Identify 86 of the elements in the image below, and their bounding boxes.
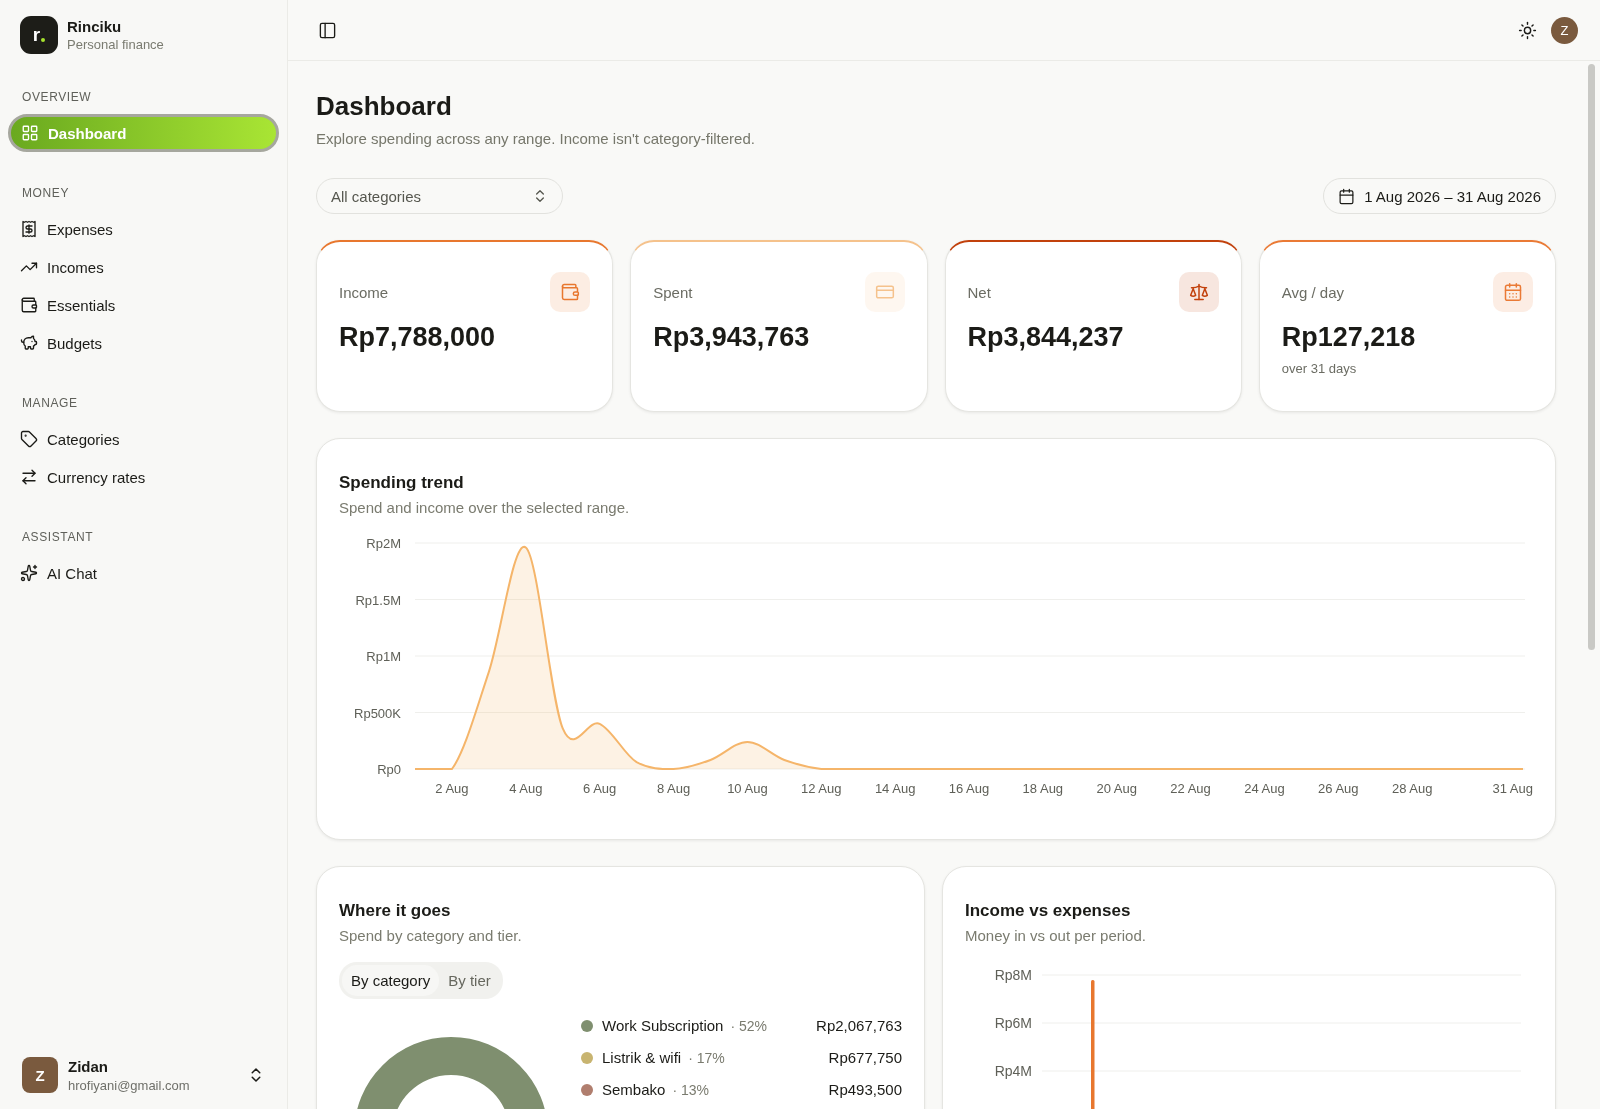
sidebar-item[interactable]: Expenses	[8, 210, 279, 248]
arrows-icon	[20, 468, 38, 486]
axis-label: 12 Aug	[801, 781, 842, 796]
wallet-icon	[560, 282, 581, 302]
axis-label: 6 Aug	[583, 781, 617, 796]
tab[interactable]: By tier	[439, 965, 500, 996]
card-subtitle: Spend by category and tier.	[339, 927, 523, 944]
axis-label: 18 Aug	[1022, 781, 1064, 796]
calendar-icon	[1338, 187, 1356, 205]
receipt-icon	[20, 220, 38, 238]
legend-label: Work Subscription	[602, 1017, 724, 1034]
legend-label: Sembako	[602, 1081, 666, 1098]
legend-label: Listrik & wifi	[602, 1049, 682, 1066]
axis-label: Rp6M	[994, 1015, 1032, 1031]
sun-icon[interactable]	[1518, 20, 1537, 40]
axis-label: Rp500K	[354, 705, 401, 721]
stat-label: Net	[967, 283, 991, 301]
sidebar-toggle-icon[interactable]	[318, 20, 337, 40]
axis-label: 16 Aug	[948, 781, 990, 796]
wallet-icon	[20, 296, 38, 314]
card-subtitle: Money in vs out per period.	[965, 927, 1147, 944]
axis-label: Rp1M	[366, 649, 401, 664]
app-name: Rinciku	[67, 18, 123, 35]
axis-label: 22 Aug	[1170, 781, 1211, 796]
tab[interactable]: By category	[342, 965, 440, 996]
stat-label: Avg / day	[1281, 283, 1344, 301]
axis-label: 26 Aug	[1318, 781, 1359, 796]
axis-label: Rp1.5M	[355, 592, 401, 608]
app-tagline: Personal finance	[67, 37, 164, 52]
legend-amount: Rp677,750	[828, 1049, 902, 1066]
card-subtitle: Spend and income over the selected range.	[339, 499, 631, 516]
axis-label: 2 Aug	[435, 781, 469, 796]
date-range-button[interactable]: 1 Aug 2026 – 31 Aug 2026	[1323, 178, 1556, 214]
piggy-bank-icon	[20, 334, 38, 352]
category-select[interactable]: All categories	[316, 178, 563, 214]
stat-value: Rp3,943,763	[653, 322, 811, 353]
section-heading: MONEY	[21, 186, 70, 200]
stat-value: Rp127,218	[1281, 322, 1417, 353]
user-avatar[interactable]: Z	[1551, 16, 1578, 44]
axis-label: 4 Aug	[509, 781, 543, 796]
scale-icon	[1188, 282, 1209, 302]
stat-label: Spent	[653, 283, 693, 301]
axis-label: Rp0	[377, 762, 401, 777]
sidebar-item[interactable]: Essentials	[8, 286, 279, 324]
legend-amount: Rp493,500	[828, 1081, 902, 1098]
axis-label: 8 Aug	[656, 781, 691, 796]
legend-share: · 13%	[672, 1081, 710, 1098]
sidebar-item[interactable]: Categories	[8, 420, 279, 458]
tag-icon	[20, 430, 38, 448]
grid-icon	[21, 124, 39, 142]
section-heading: OVERVIEW	[21, 90, 93, 104]
page-title: Dashboard	[316, 91, 453, 122]
user-email: hrofiyani@gmail.com	[68, 1077, 191, 1093]
sidebar-item[interactable]: Currency rates	[8, 458, 279, 496]
user-name: Zidan	[68, 1057, 109, 1075]
legend-share: · 17%	[688, 1049, 726, 1066]
scrollbar-thumb[interactable]	[1588, 64, 1595, 650]
axis-label: Rp8M	[994, 967, 1032, 983]
section-heading: MANAGE	[21, 396, 79, 410]
stat-value: Rp3,844,237	[967, 322, 1125, 353]
app-logo: r	[20, 16, 58, 54]
page-subtitle: Explore spending across any range. Income isn't category-filtered.	[316, 130, 756, 147]
card-title: Income vs expenses	[965, 901, 1132, 921]
stat-note: over 31 days	[1281, 361, 1358, 376]
axis-label: 31 Aug	[1492, 781, 1533, 796]
axis-label: 28 Aug	[1391, 781, 1433, 796]
axis-label: Rp4M	[994, 1063, 1032, 1079]
sidebar-item[interactable]: Incomes	[8, 248, 279, 286]
axis-label: 14 Aug	[874, 781, 916, 796]
section-heading: ASSISTANT	[21, 530, 95, 544]
card-title: Spending trend	[339, 473, 465, 493]
legend-amount: Rp2,067,763	[816, 1017, 902, 1034]
stat-label: Income	[339, 283, 389, 301]
user-avatar: Z	[22, 1057, 58, 1093]
credit-card-icon	[874, 282, 895, 302]
sparkles-icon	[20, 564, 38, 582]
axis-label: 10 Aug	[727, 781, 768, 796]
legend-share: · 52%	[730, 1017, 768, 1034]
axis-label: Rp2M	[366, 536, 401, 551]
calendar-icon	[1503, 282, 1523, 302]
stat-value: Rp7,788,000	[339, 322, 497, 353]
card-title: Where it goes	[339, 901, 452, 921]
axis-label: 24 Aug	[1244, 781, 1285, 796]
sidebar-item[interactable]: AI Chat	[8, 554, 279, 592]
axis-label: 20 Aug	[1096, 781, 1137, 796]
sidebar-item[interactable]: Budgets	[8, 324, 279, 362]
